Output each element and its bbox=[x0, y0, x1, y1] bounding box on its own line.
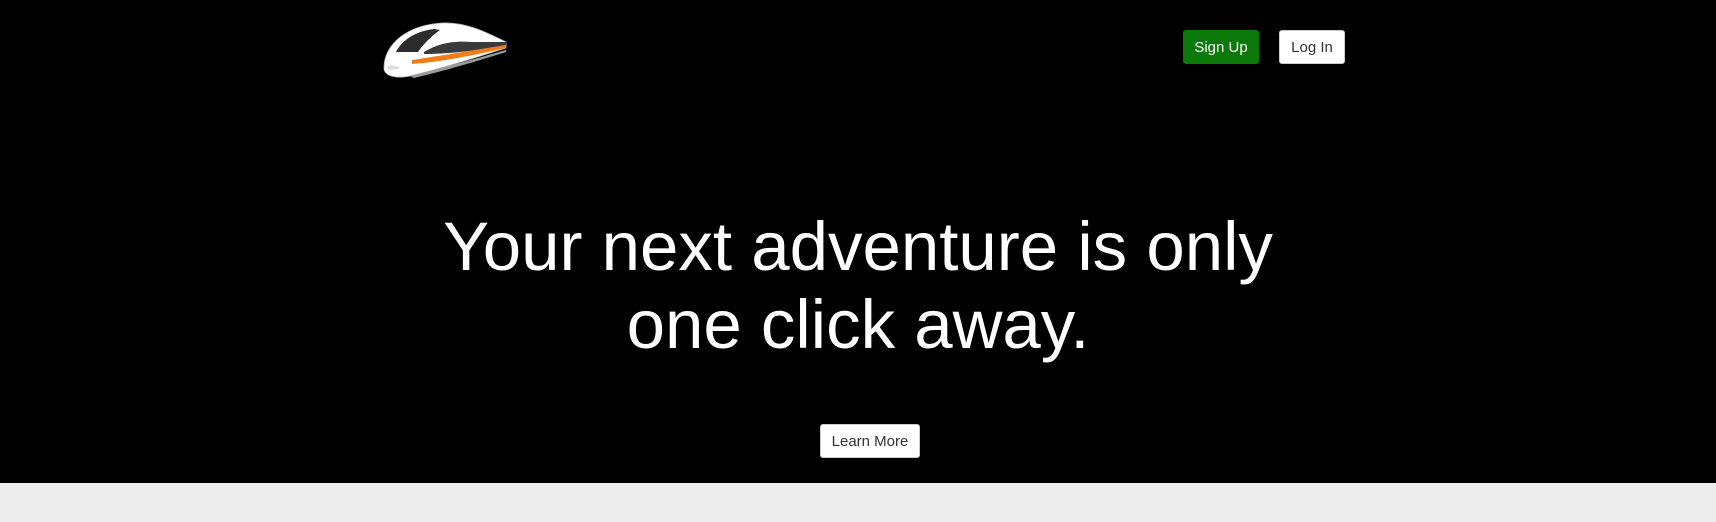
learn-more-button[interactable]: Learn More bbox=[820, 424, 920, 458]
page: Sign Up Log In Your next adventure is on… bbox=[0, 0, 1716, 522]
hero-section: Sign Up Log In Your next adventure is on… bbox=[0, 0, 1716, 483]
hero-headline-line-1: Your next adventure is only bbox=[443, 208, 1273, 285]
hero-headline: Your next adventure is only one click aw… bbox=[358, 208, 1358, 364]
bullet-train-icon[interactable] bbox=[382, 20, 508, 80]
log-in-button[interactable]: Log In bbox=[1279, 30, 1345, 64]
sign-up-button[interactable]: Sign Up bbox=[1183, 30, 1259, 64]
hero-headline-line-2: one click away. bbox=[626, 286, 1090, 363]
